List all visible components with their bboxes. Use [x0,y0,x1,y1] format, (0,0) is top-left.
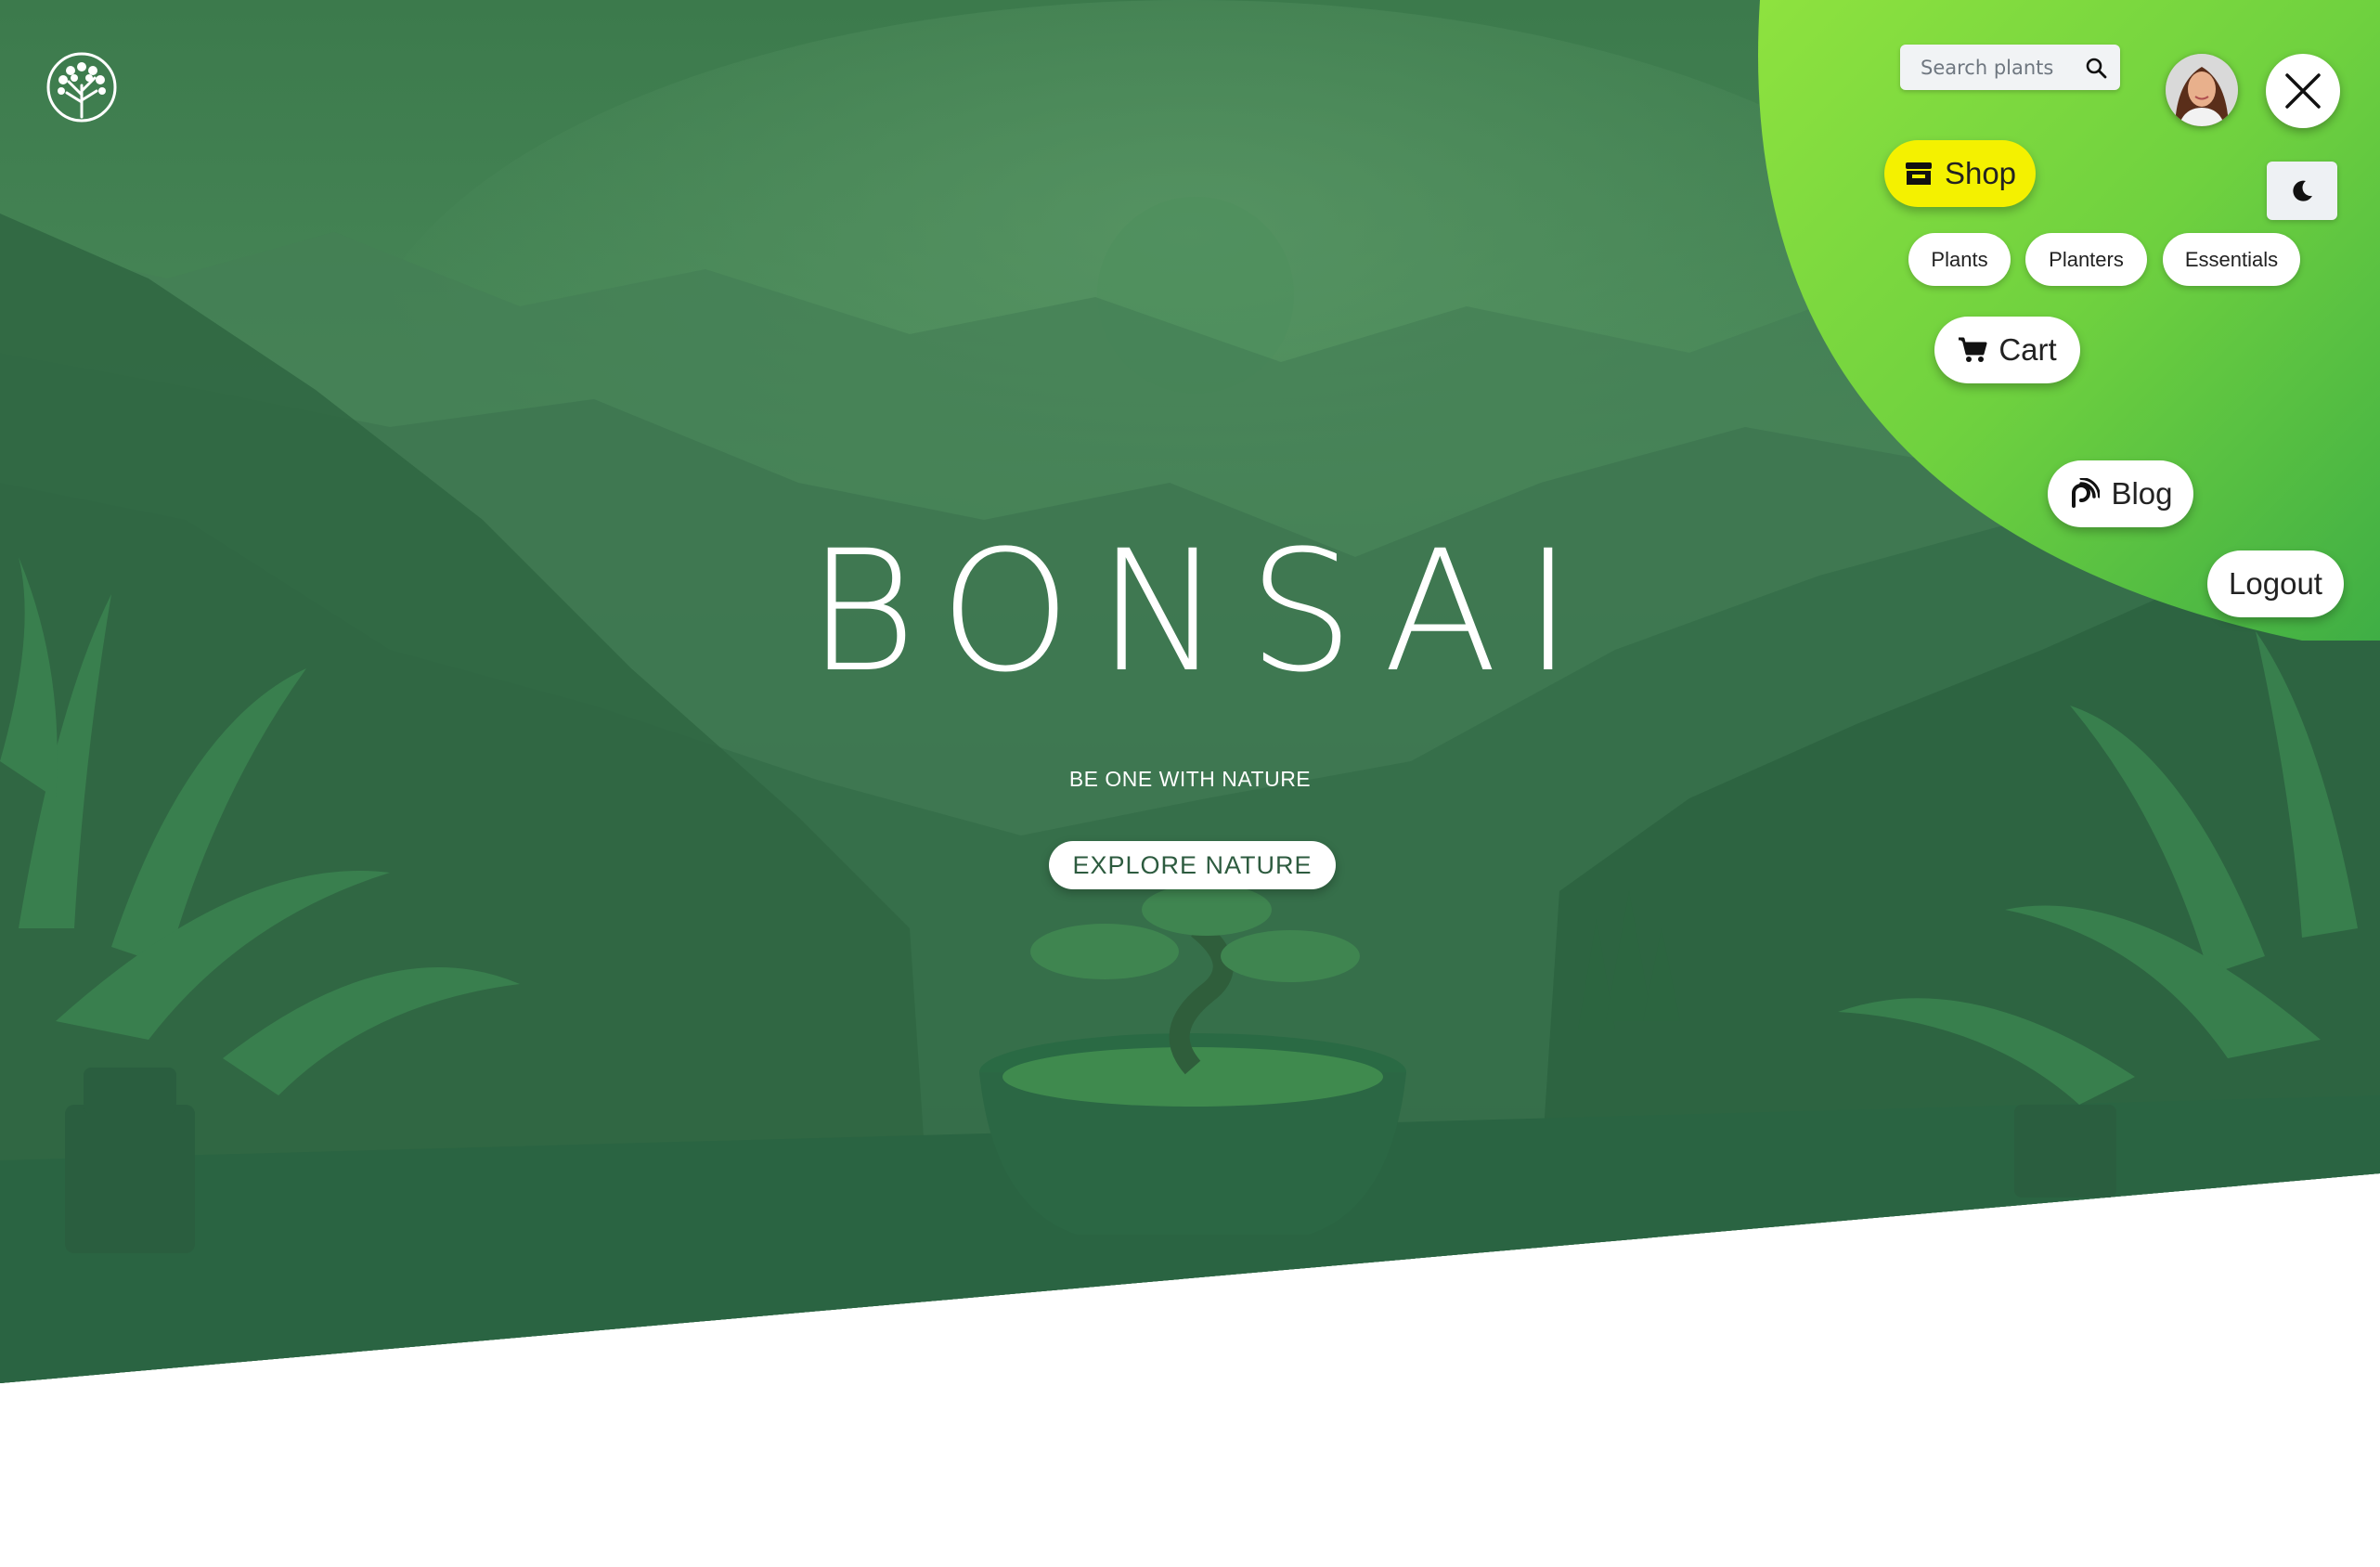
hero-section: BONSAI BE ONE WITH NATURE EXPLORE NATURE [0,0,2380,1567]
store-icon [1905,162,1932,185]
search-field[interactable] [1900,45,2120,90]
logout-button[interactable]: Logout [2207,550,2344,617]
cart-icon [1959,337,1987,362]
explore-nature-button[interactable]: EXPLORE NATURE [1049,841,1336,889]
tree-icon[interactable] [46,52,117,123]
hero-title: BONSAI [807,515,1599,709]
close-menu-button[interactable] [2266,54,2340,128]
cart-label: Cart [1998,332,2057,367]
cart-button[interactable]: Cart [1934,317,2080,383]
shop-label: Shop [1944,156,2017,190]
blog-button[interactable]: Blog [2048,460,2193,527]
moon-icon [2293,180,2312,201]
theme-toggle-button[interactable] [2267,162,2337,220]
user-avatar[interactable] [2166,54,2238,126]
search-icon[interactable] [2085,57,2107,79]
blog-label: Blog [2111,476,2173,511]
search-input[interactable] [1919,55,2085,80]
close-icon [2285,73,2321,109]
category-essentials-button[interactable]: Essentials [2163,233,2300,286]
shop-button[interactable]: Shop [1884,140,2036,207]
category-plants-button[interactable]: Plants [1908,233,2011,286]
category-planters-button[interactable]: Planters [2025,233,2147,286]
blog-icon [2072,478,2101,508]
hero-tagline: BE ONE WITH NATURE [1068,767,1312,791]
